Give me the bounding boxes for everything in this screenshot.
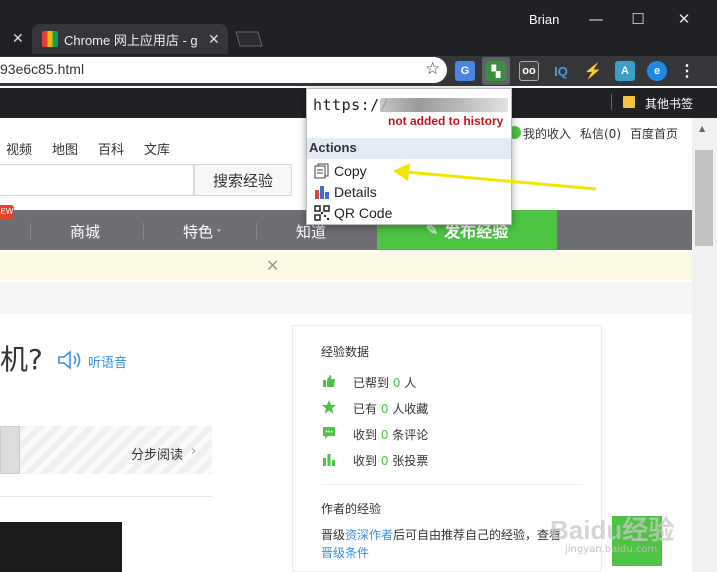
copy-label: Copy bbox=[334, 163, 367, 179]
star-icon bbox=[322, 400, 336, 414]
lightning-extension-icon[interactable]: ⚡ bbox=[583, 61, 603, 81]
divider bbox=[321, 484, 583, 485]
profile-name[interactable]: Brian bbox=[529, 12, 559, 27]
copy-icon bbox=[314, 163, 329, 179]
scroll-up-icon[interactable]: ▲ bbox=[699, 124, 705, 133]
stats-title: 经验数据 bbox=[321, 345, 370, 359]
chrome-store-icon bbox=[42, 31, 58, 47]
other-bookmarks[interactable]: 其他书签 bbox=[645, 95, 693, 112]
actions-header: Actions bbox=[307, 138, 511, 159]
maximize-icon: ☐ bbox=[631, 10, 645, 28]
nav-divider bbox=[30, 223, 31, 239]
nav-featured[interactable]: 特色 ˅ bbox=[183, 221, 221, 242]
watermark-url: jingyan.baidu.com bbox=[565, 544, 658, 555]
close-icon[interactable]: ✕ bbox=[266, 256, 279, 275]
page-title: 机? bbox=[0, 343, 43, 376]
step-read-bar[interactable] bbox=[20, 426, 212, 474]
search-input[interactable] bbox=[0, 164, 194, 196]
translate-extension-icon[interactable]: G bbox=[455, 61, 475, 81]
upgrade-conditions-link[interactable]: 晋级条件 bbox=[321, 544, 369, 561]
senior-author-link[interactable]: 资深作者 bbox=[345, 528, 393, 542]
search-button[interactable]: 搜索经验 bbox=[194, 164, 292, 196]
comment-icon bbox=[323, 427, 335, 439]
minimize-icon: — bbox=[588, 10, 604, 28]
stat-favorites: 已有 0 人收藏 bbox=[353, 402, 429, 416]
nav-featured-label: 特色 bbox=[183, 223, 214, 241]
nav-divider bbox=[143, 223, 144, 239]
bar-chart-icon bbox=[315, 186, 329, 199]
author-text: 晋级资深作者后可自由推荐自己的经验，查看 bbox=[321, 528, 562, 542]
topnav-wenku[interactable]: 文库 bbox=[144, 139, 170, 158]
divider bbox=[0, 496, 212, 497]
tab-close-icon[interactable]: ✕ bbox=[12, 31, 24, 47]
stat-votes: 收到 0 张投票 bbox=[353, 454, 429, 468]
thumbs-up-icon bbox=[323, 375, 335, 387]
watermark: Baidu经验 bbox=[550, 515, 675, 545]
close-icon: ✕ bbox=[677, 10, 691, 28]
address-bar[interactable]: 93e6c85.html ☆ bbox=[0, 57, 447, 83]
speaker-icon[interactable] bbox=[57, 350, 85, 370]
shield-extension-icon[interactable]: e bbox=[647, 61, 667, 81]
bookmark-star-icon[interactable]: ☆ bbox=[425, 59, 440, 79]
topnav-video[interactable]: 视频 bbox=[6, 139, 32, 158]
iq-extension-icon[interactable]: IQ bbox=[551, 61, 571, 81]
link-income[interactable]: 我的收入 bbox=[523, 125, 571, 142]
details-action[interactable]: Details bbox=[314, 183, 377, 201]
link-baidu-home[interactable]: 百度首页 bbox=[630, 125, 678, 142]
topnav-map[interactable]: 地图 bbox=[52, 139, 78, 158]
download-extension-icon[interactable]: A bbox=[615, 61, 635, 81]
topnav-baike[interactable]: 百科 bbox=[98, 139, 124, 158]
new-tab-button[interactable] bbox=[232, 24, 264, 54]
qr-code-icon bbox=[314, 205, 330, 221]
author-title: 作者的经验 bbox=[321, 502, 382, 516]
maximize-button[interactable]: ☐ bbox=[618, 4, 658, 34]
reader-extension-icon[interactable]: oo bbox=[519, 61, 539, 81]
step-read-label[interactable]: 分步阅读 bbox=[131, 444, 183, 463]
stat-helped: 已帮到 0 人 bbox=[353, 376, 417, 390]
qr-code-label: QR Code bbox=[334, 205, 393, 221]
breadcrumb-strip bbox=[0, 282, 692, 314]
copy-action[interactable]: Copy bbox=[314, 162, 367, 180]
tab-close-icon[interactable]: ✕ bbox=[208, 31, 220, 48]
video-player[interactable] bbox=[0, 522, 122, 572]
chevron-right-icon: › bbox=[191, 444, 197, 459]
qr-code-action[interactable]: QR Code bbox=[314, 204, 392, 222]
short-url-redacted bbox=[380, 98, 508, 112]
history-status: not added to history bbox=[388, 114, 504, 128]
notice-bar bbox=[0, 252, 692, 280]
new-tab-icon bbox=[235, 31, 263, 47]
bookmarks-separator bbox=[611, 94, 612, 110]
listen-link[interactable]: 听语音 bbox=[88, 352, 127, 371]
tab-label: Chrome 网上应用店 - g bbox=[64, 32, 198, 48]
folder-icon bbox=[623, 96, 635, 108]
details-label: Details bbox=[334, 184, 377, 200]
url-shortener-extension-icon: ▚ bbox=[486, 61, 506, 81]
bar-chart-icon bbox=[323, 454, 335, 466]
scrollbar-thumb[interactable] bbox=[695, 150, 713, 246]
nav-mall[interactable]: 商城 bbox=[70, 221, 100, 242]
nav-divider bbox=[256, 223, 257, 239]
tab-chrome-store[interactable]: Chrome 网上应用店 - g ✕ bbox=[32, 24, 228, 54]
close-window-button[interactable]: ✕ bbox=[664, 4, 704, 34]
link-messages[interactable]: 私信(0) bbox=[580, 125, 621, 142]
url-text: 93e6c85.html bbox=[0, 61, 85, 77]
step-thumbnail[interactable] bbox=[0, 426, 20, 474]
new-badge: EW bbox=[0, 205, 14, 219]
short-url[interactable]: https:// bbox=[313, 96, 389, 114]
chrome-menu-icon[interactable]: ⋮ bbox=[677, 61, 697, 81]
stat-comments: 收到 0 条评论 bbox=[353, 428, 429, 442]
minimize-button[interactable]: — bbox=[576, 4, 616, 34]
chevron-down-icon: ˅ bbox=[213, 229, 222, 240]
